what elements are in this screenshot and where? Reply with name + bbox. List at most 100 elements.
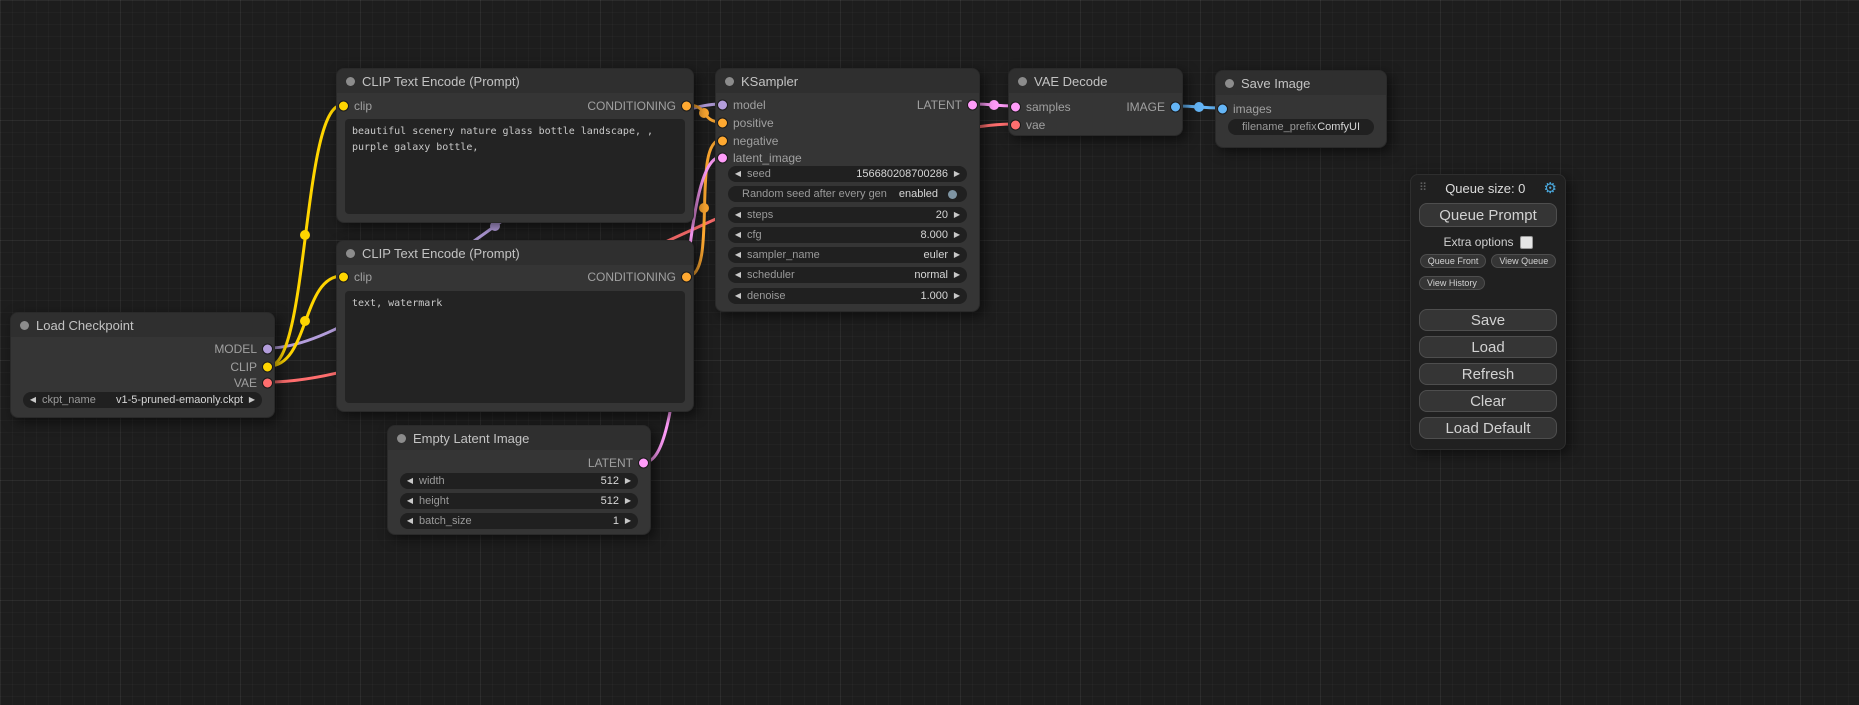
seed-widget[interactable]: ◀ seed 156680208700286 ▶ xyxy=(728,166,967,182)
node-title-bar[interactable]: Save Image xyxy=(1216,71,1386,95)
vae-input-label: vae xyxy=(1026,118,1045,132)
load-button[interactable]: Load xyxy=(1419,336,1557,358)
steps-widget[interactable]: ◀ steps 20 ▶ xyxy=(728,207,967,223)
filename-prefix-widget[interactable]: filename_prefix ComfyUI xyxy=(1228,119,1374,135)
view-history-button[interactable]: View History xyxy=(1419,276,1485,290)
queue-menu-panel[interactable]: ⠿ Queue size: 0 ⚙ Queue Prompt Extra opt… xyxy=(1410,174,1566,450)
view-queue-button[interactable]: View Queue xyxy=(1491,254,1556,268)
node-load-checkpoint[interactable]: Load Checkpoint MODEL CLIP VAE ◀ ckpt_na… xyxy=(10,312,275,418)
prev-arrow-icon[interactable]: ◀ xyxy=(733,170,743,178)
model-output-port[interactable] xyxy=(262,344,273,355)
next-arrow-icon[interactable]: ▶ xyxy=(623,517,633,525)
node-empty-latent-image[interactable]: Empty Latent Image LATENT ◀ width 512 ▶ … xyxy=(387,425,651,535)
random-seed-toggle[interactable]: Random seed after every gen enabled xyxy=(728,186,967,202)
latent-output-port[interactable] xyxy=(638,458,649,469)
cfg-widget[interactable]: ◀ cfg 8.000 ▶ xyxy=(728,227,967,243)
extra-options-checkbox[interactable] xyxy=(1520,236,1533,249)
node-save-image[interactable]: Save Image images filename_prefix ComfyU… xyxy=(1215,70,1387,148)
prev-arrow-icon[interactable]: ◀ xyxy=(733,271,743,279)
node-title: Load Checkpoint xyxy=(36,318,134,333)
next-arrow-icon[interactable]: ▶ xyxy=(952,292,962,300)
vae-input-port[interactable] xyxy=(1010,120,1021,131)
next-arrow-icon[interactable]: ▶ xyxy=(952,211,962,219)
vae-output-label: VAE xyxy=(234,376,257,390)
node-title-bar[interactable]: KSampler xyxy=(716,69,979,93)
prev-arrow-icon[interactable]: ◀ xyxy=(405,497,415,505)
collapse-toggle-icon[interactable] xyxy=(346,77,355,86)
model-input-port[interactable] xyxy=(717,100,728,111)
node-ksampler[interactable]: KSampler model positive negative latent_… xyxy=(715,68,980,312)
latent-output-port[interactable] xyxy=(967,100,978,111)
images-input-port[interactable] xyxy=(1217,104,1228,115)
link-midpoint-dot xyxy=(300,316,310,326)
next-arrow-icon[interactable]: ▶ xyxy=(952,170,962,178)
sampler-name-widget[interactable]: ◀ sampler_name euler ▶ xyxy=(728,247,967,263)
node-title-bar[interactable]: VAE Decode xyxy=(1009,69,1182,93)
clip-output-port[interactable] xyxy=(262,362,273,373)
queue-prompt-button[interactable]: Queue Prompt xyxy=(1419,203,1557,227)
node-clip-text-encode-positive[interactable]: CLIP Text Encode (Prompt) clip CONDITION… xyxy=(336,68,694,223)
widget-label: sampler_name xyxy=(747,249,820,261)
clear-button[interactable]: Clear xyxy=(1419,390,1557,412)
collapse-toggle-icon[interactable] xyxy=(20,321,29,330)
widget-label: Random seed after every gen xyxy=(742,188,887,200)
node-title-bar[interactable]: Load Checkpoint xyxy=(11,313,274,337)
extra-options-label: Extra options xyxy=(1443,235,1513,249)
widget-label: scheduler xyxy=(747,269,795,281)
node-title-bar[interactable]: Empty Latent Image xyxy=(388,426,650,450)
conditioning-output-label: CONDITIONING xyxy=(587,99,676,113)
clip-input-port[interactable] xyxy=(338,101,349,112)
load-default-button[interactable]: Load Default xyxy=(1419,417,1557,439)
node-canvas[interactable]: Load Checkpoint MODEL CLIP VAE ◀ ckpt_na… xyxy=(0,0,1859,705)
node-title-bar[interactable]: CLIP Text Encode (Prompt) xyxy=(337,241,693,265)
queue-front-button[interactable]: Queue Front xyxy=(1420,254,1487,268)
next-arrow-icon[interactable]: ▶ xyxy=(952,271,962,279)
image-output-port[interactable] xyxy=(1170,102,1181,113)
prev-arrow-icon[interactable]: ◀ xyxy=(405,477,415,485)
scheduler-widget[interactable]: ◀ scheduler normal ▶ xyxy=(728,267,967,283)
prev-arrow-icon[interactable]: ◀ xyxy=(733,231,743,239)
clip-input-port[interactable] xyxy=(338,272,349,283)
ckpt-name-widget[interactable]: ◀ ckpt_name v1-5-pruned-emaonly.ckpt ▶ xyxy=(23,392,262,408)
prev-arrow-icon[interactable]: ◀ xyxy=(733,292,743,300)
node-title-bar[interactable]: CLIP Text Encode (Prompt) xyxy=(337,69,693,93)
refresh-button[interactable]: Refresh xyxy=(1419,363,1557,385)
vae-output-port[interactable] xyxy=(262,378,273,389)
collapse-toggle-icon[interactable] xyxy=(725,77,734,86)
height-widget[interactable]: ◀ height 512 ▶ xyxy=(400,493,638,509)
collapse-toggle-icon[interactable] xyxy=(397,434,406,443)
latent-image-input-port[interactable] xyxy=(717,153,728,164)
samples-input-port[interactable] xyxy=(1010,102,1021,113)
widget-value: 512 xyxy=(601,475,619,487)
node-clip-text-encode-negative[interactable]: CLIP Text Encode (Prompt) clip CONDITION… xyxy=(336,240,694,412)
prev-arrow-icon[interactable]: ◀ xyxy=(405,517,415,525)
next-arrow-icon[interactable]: ▶ xyxy=(623,497,633,505)
next-arrow-icon[interactable]: ▶ xyxy=(952,251,962,259)
prompt-text-area[interactable]: beautiful scenery nature glass bottle la… xyxy=(345,119,685,214)
collapse-toggle-icon[interactable] xyxy=(346,249,355,258)
save-button[interactable]: Save xyxy=(1419,309,1557,331)
prev-arrow-icon[interactable]: ◀ xyxy=(733,251,743,259)
settings-gear-icon[interactable]: ⚙ xyxy=(1544,181,1557,196)
next-arrow-icon[interactable]: ▶ xyxy=(952,231,962,239)
conditioning-output-port[interactable] xyxy=(681,272,692,283)
next-arrow-icon[interactable]: ▶ xyxy=(247,396,257,404)
widget-value: enabled xyxy=(899,188,938,200)
batch-size-widget[interactable]: ◀ batch_size 1 ▶ xyxy=(400,513,638,529)
drag-handle-icon[interactable]: ⠿ xyxy=(1419,183,1427,194)
queue-size-label: Queue size: 0 xyxy=(1427,181,1543,196)
width-widget[interactable]: ◀ width 512 ▶ xyxy=(400,473,638,489)
positive-input-port[interactable] xyxy=(717,118,728,129)
next-arrow-icon[interactable]: ▶ xyxy=(623,477,633,485)
widget-label: denoise xyxy=(747,290,786,302)
prev-arrow-icon[interactable]: ◀ xyxy=(28,396,38,404)
negative-input-port[interactable] xyxy=(717,136,728,147)
clip-input-label: clip xyxy=(354,270,372,284)
collapse-toggle-icon[interactable] xyxy=(1225,79,1234,88)
denoise-widget[interactable]: ◀ denoise 1.000 ▶ xyxy=(728,288,967,304)
prev-arrow-icon[interactable]: ◀ xyxy=(733,211,743,219)
conditioning-output-port[interactable] xyxy=(681,101,692,112)
node-vae-decode[interactable]: VAE Decode samples vae IMAGE xyxy=(1008,68,1183,136)
prompt-text-area[interactable]: text, watermark xyxy=(345,291,685,403)
collapse-toggle-icon[interactable] xyxy=(1018,77,1027,86)
